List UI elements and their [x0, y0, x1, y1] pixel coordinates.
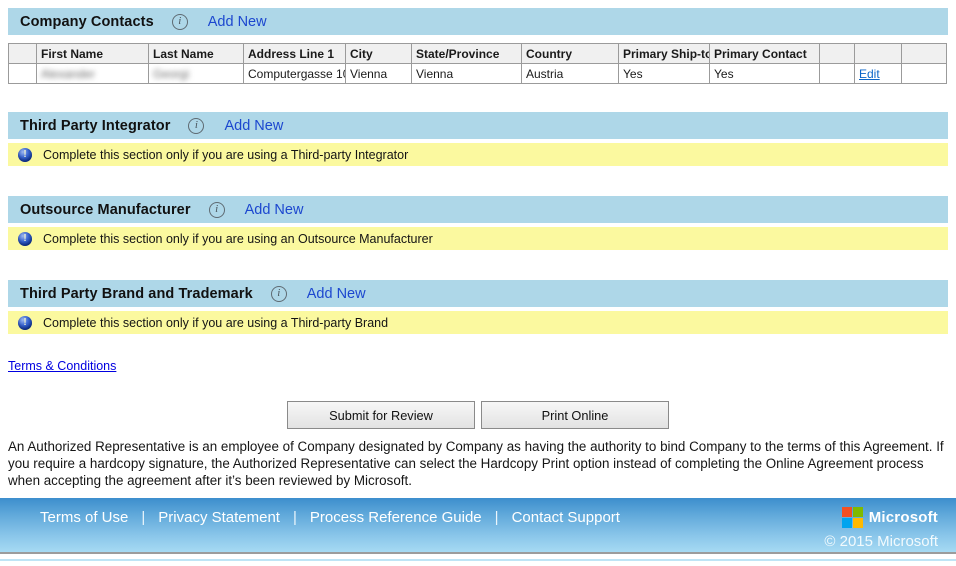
globe-info-icon [18, 232, 32, 246]
notice-third-party-brand: Complete this section only if you are us… [8, 311, 948, 334]
col-header-first-name: First Name [37, 44, 149, 64]
col-header-primary-contact: Primary Contact [710, 44, 820, 64]
add-new-manufacturer-link[interactable]: Add New [245, 202, 304, 218]
col-header-city: City [346, 44, 412, 64]
page-content: Company Contacts Add New First Name Last… [0, 0, 956, 489]
col-header-state-province: State/Province [412, 44, 522, 64]
redacted-first-name: Alexander [41, 67, 95, 81]
add-new-integrator-link[interactable]: Add New [224, 118, 283, 134]
info-icon[interactable] [209, 202, 225, 218]
section-title-third-party-brand: Third Party Brand and Trademark [20, 286, 253, 302]
info-icon[interactable] [271, 286, 287, 302]
col-header-last-name: Last Name [149, 44, 244, 64]
section-header-company-contacts: Company Contacts Add New [8, 8, 948, 35]
add-new-contact-link[interactable]: Add New [208, 14, 267, 30]
separator: | [141, 509, 145, 526]
info-icon[interactable] [188, 118, 204, 134]
notice-text: Complete this section only if you are us… [43, 316, 388, 330]
edit-contact-link[interactable]: Edit [859, 67, 880, 81]
globe-info-icon [18, 148, 32, 162]
cell-last-name: Georgi [149, 64, 244, 84]
col-header-empty [820, 44, 855, 64]
notice-text: Complete this section only if you are us… [43, 148, 408, 162]
microsoft-logo-icon [842, 507, 863, 528]
print-online-button[interactable]: Print Online [481, 401, 669, 429]
cell-city: Vienna [346, 64, 412, 84]
info-icon[interactable] [172, 14, 188, 30]
copyright-text: © 2015 Microsoft [824, 533, 938, 550]
cell-address-line-1: Computergasse 10 [244, 64, 346, 84]
notice-text: Complete this section only if you are us… [43, 232, 433, 246]
col-header-primary-ship-to: Primary Ship-to [619, 44, 710, 64]
redacted-last-name: Georgi [153, 67, 189, 81]
cell-empty [9, 64, 37, 84]
table-header-row: First Name Last Name Address Line 1 City… [9, 44, 947, 64]
cell-empty [902, 64, 947, 84]
cell-country: Austria [522, 64, 619, 84]
submit-for-review-button[interactable]: Submit for Review [287, 401, 475, 429]
action-button-row: Submit for Review Print Online [0, 401, 956, 429]
add-new-brand-link[interactable]: Add New [307, 286, 366, 302]
footer-link-contact-support[interactable]: Contact Support [512, 509, 620, 526]
cell-edit: Edit [855, 64, 902, 84]
separator: | [495, 509, 499, 526]
col-header-empty [855, 44, 902, 64]
section-title-outsource-manufacturer: Outsource Manufacturer [20, 202, 191, 218]
col-header-empty [9, 44, 37, 64]
cell-empty [820, 64, 855, 84]
separator: | [293, 509, 297, 526]
section-header-third-party-integrator: Third Party Integrator Add New [8, 112, 948, 139]
microsoft-wordmark: Microsoft [869, 509, 938, 526]
section-header-third-party-brand: Third Party Brand and Trademark Add New [8, 280, 948, 307]
bottom-divider [0, 559, 956, 561]
col-header-address-line-1: Address Line 1 [244, 44, 346, 64]
company-contacts-table: First Name Last Name Address Line 1 City… [8, 43, 947, 84]
page-footer: Terms of Use | Privacy Statement | Proce… [0, 498, 956, 554]
section-header-outsource-manufacturer: Outsource Manufacturer Add New [8, 196, 948, 223]
authorized-representative-note: An Authorized Representative is an emplo… [8, 438, 948, 489]
cell-primary-ship-to: Yes [619, 64, 710, 84]
col-header-empty [902, 44, 947, 64]
cell-first-name: Alexander [37, 64, 149, 84]
section-title-third-party-integrator: Third Party Integrator [20, 118, 170, 134]
table-row: Alexander Georgi Computergasse 10 Vienna… [9, 64, 947, 84]
cell-state-province: Vienna [412, 64, 522, 84]
footer-right: Microsoft © 2015 Microsoft [824, 498, 938, 552]
notice-outsource-manufacturer: Complete this section only if you are us… [8, 227, 948, 250]
globe-info-icon [18, 316, 32, 330]
notice-third-party-integrator: Complete this section only if you are us… [8, 143, 948, 166]
terms-and-conditions-link[interactable]: Terms & Conditions [8, 359, 116, 373]
footer-link-process-reference-guide[interactable]: Process Reference Guide [310, 509, 482, 526]
section-title-company-contacts: Company Contacts [20, 14, 154, 30]
col-header-country: Country [522, 44, 619, 64]
microsoft-logo: Microsoft [842, 507, 938, 528]
footer-links: Terms of Use | Privacy Statement | Proce… [40, 498, 620, 552]
footer-link-terms-of-use[interactable]: Terms of Use [40, 509, 128, 526]
cell-primary-contact: Yes [710, 64, 820, 84]
footer-link-privacy-statement[interactable]: Privacy Statement [158, 509, 280, 526]
